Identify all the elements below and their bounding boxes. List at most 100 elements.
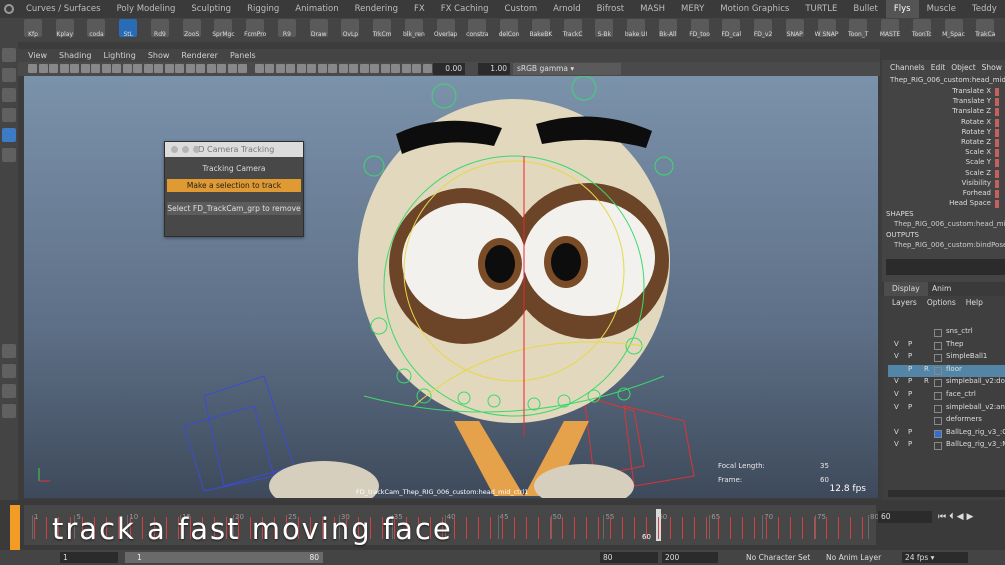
layer-row[interactable]: V P SimpleBall1: [888, 352, 1005, 364]
viewport-toolbar-icon[interactable]: [412, 64, 421, 73]
viewport-toolbar-icon[interactable]: [254, 64, 264, 73]
tab-anim[interactable]: Anim: [924, 282, 959, 296]
outliner-layout-icon[interactable]: [2, 404, 16, 418]
select-tool-icon[interactable]: [2, 48, 16, 62]
layer-playback-toggle[interactable]: P: [908, 365, 912, 373]
viewport-toolbar-icon[interactable]: [338, 64, 348, 73]
step-back-icon[interactable]: ⏴: [949, 512, 957, 522]
tab-display[interactable]: Display: [884, 282, 928, 296]
anim-layer-dropdown[interactable]: No Anim Layer: [826, 552, 881, 563]
layer-color-swatch-icon[interactable]: [934, 341, 942, 350]
shelf-settings-gear-icon[interactable]: [4, 4, 14, 14]
viewport-toolbar-icon[interactable]: [206, 64, 216, 73]
paint-select-tool-icon[interactable]: [2, 88, 16, 102]
layer-color-swatch-icon[interactable]: [934, 417, 942, 426]
range-handle[interactable]: 1 80: [125, 552, 323, 563]
layer-visibility-toggle[interactable]: V: [894, 428, 899, 436]
channel-box-menu-edit[interactable]: Edit: [931, 63, 946, 72]
panel-menu-show[interactable]: Show: [148, 51, 170, 60]
layer-color-swatch-icon[interactable]: [934, 392, 942, 400]
viewport-toolbar-icon[interactable]: [101, 64, 111, 73]
shelf-tab-curves-surfaces[interactable]: Curves / Surfaces: [18, 0, 109, 18]
channel-attr-forhead[interactable]: Forhead: [889, 189, 999, 199]
go-to-start-icon[interactable]: ⏮: [938, 512, 949, 522]
channel-attr-scale-x[interactable]: Scale X: [889, 148, 999, 158]
move-tool-icon[interactable]: [2, 108, 16, 122]
viewport-toolbar-icon[interactable]: [401, 64, 411, 73]
layer-menu-layers[interactable]: Layers: [892, 298, 917, 307]
viewport-toolbar-icon[interactable]: [122, 64, 132, 73]
layer-row[interactable]: P Rfloor: [888, 364, 1005, 377]
exposure-field[interactable]: 0.00: [433, 63, 465, 75]
shelf-tab-fx-caching[interactable]: FX Caching: [433, 0, 497, 18]
channel-attr-translate-z[interactable]: Translate Z: [889, 107, 999, 117]
viewport-toolbar-icon[interactable]: [380, 64, 390, 73]
viewport-toolbar-icon[interactable]: [349, 64, 358, 73]
shelf-tab-bifrost[interactable]: Bifrost: [589, 0, 632, 18]
viewport-toolbar-icon[interactable]: [359, 64, 369, 73]
four-pane-layout-icon[interactable]: [2, 364, 16, 378]
channel-attr-rotate-x[interactable]: Rotate X: [889, 118, 999, 128]
perspective-viewport[interactable]: Focal Length: 35 Frame: 60 12.8 fps FD_t…: [24, 76, 878, 498]
layer-visibility-toggle[interactable]: V: [894, 377, 899, 385]
panel-menu-shading[interactable]: Shading: [59, 51, 92, 60]
layer-visibility-toggle[interactable]: V: [894, 340, 899, 348]
viewport-toolbar-icon[interactable]: [49, 64, 58, 73]
layer-menu-options[interactable]: Options: [927, 298, 956, 307]
window-titlebar[interactable]: FD Camera Tracking: [165, 142, 303, 157]
layer-reference-toggle[interactable]: R: [924, 377, 929, 385]
viewport-toolbar-icon[interactable]: [133, 64, 142, 73]
window-minimize-icon[interactable]: [182, 146, 189, 153]
gamma-field[interactable]: 1.00: [478, 63, 510, 75]
layer-visibility-toggle[interactable]: V: [894, 352, 899, 360]
viewport-toolbar-icon[interactable]: [28, 64, 37, 73]
shelf-tab-poly-modeling[interactable]: Poly Modeling: [109, 0, 184, 18]
window-close-icon[interactable]: [171, 146, 178, 153]
shelf-tab-mery[interactable]: MERY: [673, 0, 712, 18]
panel-menu-renderer[interactable]: Renderer: [181, 51, 218, 60]
output-node-name[interactable]: Thep_RIG_006_custom:bindPose2: [894, 241, 1005, 249]
layer-row[interactable]: V P Rsimpleball_v2:dof: [888, 377, 1005, 389]
current-frame-field[interactable]: 60: [878, 511, 932, 523]
shelf-tab-bullet[interactable]: Bullet: [845, 0, 886, 18]
range-start-field[interactable]: 1: [60, 552, 118, 563]
rotate-tool-icon[interactable]: [2, 128, 16, 142]
layer-playback-toggle[interactable]: P: [908, 403, 912, 411]
viewport-toolbar-icon[interactable]: [286, 64, 295, 73]
shelf-tab-arnold[interactable]: Arnold: [545, 0, 589, 18]
channel-attr-translate-x[interactable]: Translate X: [889, 87, 999, 97]
layer-playback-toggle[interactable]: P: [908, 377, 912, 385]
lasso-tool-icon[interactable]: [2, 68, 16, 82]
viewport-toolbar-icon[interactable]: [307, 64, 316, 73]
viewport-toolbar-icon[interactable]: [391, 64, 400, 73]
channel-attr-rotate-z[interactable]: Rotate Z: [889, 138, 999, 148]
scale-tool-icon[interactable]: [2, 148, 16, 162]
channel-box-menu-object[interactable]: Object: [951, 63, 975, 72]
color-space-dropdown[interactable]: sRGB gamma ▾: [513, 63, 621, 75]
channel-attr-scale-z[interactable]: Scale Z: [889, 169, 999, 179]
character-set-dropdown[interactable]: No Character Set: [746, 552, 810, 563]
current-frame-marker[interactable]: 60: [642, 533, 651, 541]
layer-row[interactable]: V P BallLeg_rig_v3_:C: [888, 428, 1005, 440]
channel-attr-visibility[interactable]: Visibility: [889, 179, 999, 189]
make-selection-to-track-button[interactable]: Make a selection to track: [167, 179, 301, 192]
viewport-toolbar-icon[interactable]: [317, 64, 327, 73]
layer-playback-toggle[interactable]: P: [908, 352, 912, 360]
layer-color-swatch-icon[interactable]: [934, 429, 942, 438]
layer-playback-toggle[interactable]: P: [908, 340, 912, 348]
remove-trackcam-button[interactable]: Select FD_TrackCam_grp to remove: [167, 202, 301, 215]
viewport-toolbar-icon[interactable]: [154, 64, 163, 73]
shelf-tab-custom[interactable]: Custom: [497, 0, 546, 18]
shelf-tab-muscle[interactable]: Muscle: [919, 0, 964, 18]
channel-attr-scale-y[interactable]: Scale Y: [889, 158, 999, 168]
shelf-tab-mash[interactable]: MASH: [632, 0, 673, 18]
shelf-tab-rigging[interactable]: Rigging: [239, 0, 287, 18]
layer-color-swatch-icon[interactable]: [934, 379, 942, 388]
layer-visibility-toggle[interactable]: V: [894, 403, 899, 411]
fps-dropdown[interactable]: 24 fps ▾: [902, 552, 968, 563]
viewport-toolbar-icon[interactable]: [38, 64, 48, 73]
viewport-toolbar-icon[interactable]: [70, 64, 79, 73]
channel-attr-rotate-y[interactable]: Rotate Y: [889, 128, 999, 138]
viewport-toolbar-icon[interactable]: [370, 64, 379, 73]
viewport-toolbar-icon[interactable]: [422, 64, 432, 73]
